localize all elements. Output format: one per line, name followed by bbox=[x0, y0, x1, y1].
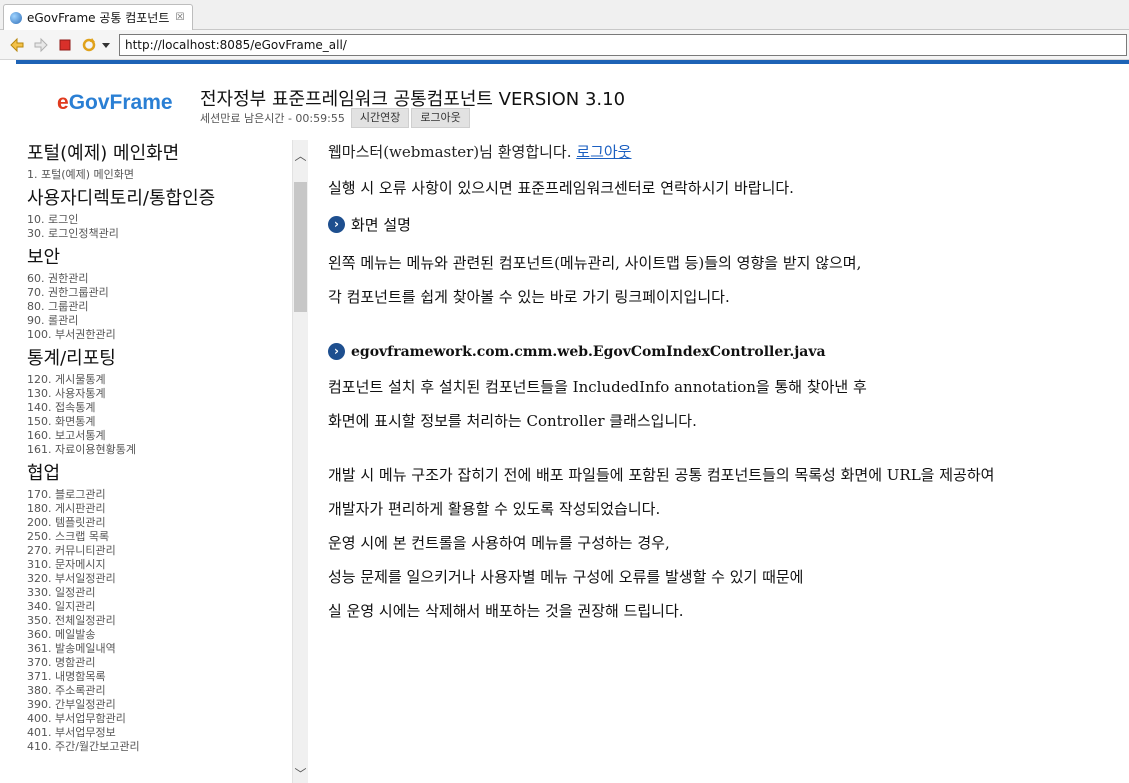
menu-item[interactable]: 360. 메일발송 bbox=[27, 628, 292, 642]
refresh-icon[interactable] bbox=[80, 36, 98, 54]
menu-item[interactable]: 120. 게시물통계 bbox=[27, 373, 292, 387]
menu-item[interactable]: 310. 문자메시지 bbox=[27, 558, 292, 572]
menu-item[interactable]: 250. 스크랩 목록 bbox=[27, 530, 292, 544]
menu-section-title: 사용자디렉토리/통합인증 bbox=[27, 188, 216, 209]
menu-item[interactable]: 150. 화면통계 bbox=[27, 415, 292, 429]
extend-session-button[interactable]: 시간연장 bbox=[350, 108, 410, 128]
menu-item[interactable]: 160. 보고서통계 bbox=[27, 429, 292, 443]
sidebar-scrollbar[interactable]: ︿ ﹀ bbox=[292, 140, 308, 783]
paragraph-line: 화면에 표시할 정보를 처리하는 Controller 클래스입니다. bbox=[328, 412, 697, 430]
menu-item[interactable]: 340. 일지관리 bbox=[27, 600, 292, 614]
error-notice: 실행 시 오류 사항이 있으시면 표준프레임워크센터로 연락하시기 바랍니다. bbox=[328, 179, 794, 197]
menu-item[interactable]: 370. 명함관리 bbox=[27, 656, 292, 670]
tab-title: eGovFrame 공통 컴포넌트 bbox=[27, 11, 170, 25]
paragraph-line: 개발자가 편리하게 활용할 수 있도록 작성되었습니다. bbox=[328, 500, 661, 518]
menu-item[interactable]: 80. 그룹관리 bbox=[27, 300, 292, 314]
paragraph-line: 실 운영 시에는 삭제해서 배포하는 것을 권장해 드립니다. bbox=[328, 602, 684, 620]
menu-section-title: 보안 bbox=[27, 247, 61, 268]
chevron-right-icon: › bbox=[328, 343, 345, 360]
egovframe-logo[interactable]: eGovFrame bbox=[57, 91, 173, 115]
menu-item[interactable]: 371. 내명함목록 bbox=[27, 670, 292, 684]
globe-icon bbox=[10, 11, 22, 24]
session-timer: 세션만료 남은시간 - 00:59:55 bbox=[200, 112, 345, 125]
welcome-text: 웹마스터(webmaster)님 환영합니다. bbox=[328, 143, 577, 161]
section-heading: › egovframework.com.cmm.web.EgovComIndex… bbox=[328, 343, 826, 360]
menu-item[interactable]: 380. 주소록관리 bbox=[27, 684, 292, 698]
back-arrow-icon[interactable] bbox=[8, 36, 26, 54]
menu-section-title: 협업 bbox=[27, 463, 61, 484]
sidebar-menu: 포털(예제) 메인화면 1. 포털(예제) 메인화면 사용자디렉토리/통합인증 … bbox=[0, 140, 292, 783]
stop-icon[interactable] bbox=[56, 36, 74, 54]
navigation-bar: http://localhost:8085/eGovFrame_all/ bbox=[0, 30, 1129, 60]
forward-arrow-icon[interactable] bbox=[32, 36, 50, 54]
logo-letter-e: e bbox=[57, 91, 69, 114]
menu-section-title: 통계/리포팅 bbox=[27, 348, 116, 369]
chevron-down-icon[interactable] bbox=[101, 36, 111, 54]
close-tab-icon[interactable]: ☒ bbox=[174, 12, 186, 24]
menu-item[interactable]: 180. 게시판관리 bbox=[27, 502, 292, 516]
menu-item[interactable]: 1. 포털(예제) 메인화면 bbox=[27, 168, 292, 182]
menu-item[interactable]: 350. 전체일정관리 bbox=[27, 614, 292, 628]
scroll-up-icon[interactable]: ︿ bbox=[293, 147, 308, 163]
menu-item[interactable]: 70. 권한그룹관리 bbox=[27, 286, 292, 300]
menu-item[interactable]: 200. 템플릿관리 bbox=[27, 516, 292, 530]
paragraph-line: 성능 문제를 일으키거나 사용자별 메뉴 구성에 오류를 발생할 수 있기 때문… bbox=[328, 568, 804, 586]
menu-item[interactable]: 170. 블로그관리 bbox=[27, 488, 292, 502]
menu-item[interactable]: 330. 일정관리 bbox=[27, 586, 292, 600]
paragraph-line: 왼쪽 메뉴는 메뉴와 관련된 컴포넌트(메뉴관리, 사이트맵 등)들의 영향을 … bbox=[328, 254, 862, 272]
menu-section-title: 포털(예제) 메인화면 bbox=[27, 143, 180, 164]
paragraph-line: 개발 시 메뉴 구조가 잡히기 전에 배포 파일들에 포함된 공통 컴포넌트들의… bbox=[328, 466, 995, 484]
session-info: 세션만료 남은시간 - 00:59:55 시간연장 로그아웃 bbox=[200, 108, 470, 128]
menu-item[interactable]: 400. 부서업무함관리 bbox=[27, 712, 292, 726]
menu-item[interactable]: 410. 주간/월간보고관리 bbox=[27, 740, 292, 754]
logout-link[interactable]: 로그아웃 bbox=[576, 143, 631, 161]
browser-tab[interactable]: eGovFrame 공통 컴포넌트 ☒ bbox=[3, 4, 193, 30]
menu-item[interactable]: 30. 로그인정책관리 bbox=[27, 227, 292, 241]
section-title: egovframework.com.cmm.web.EgovComIndexCo… bbox=[351, 343, 826, 360]
menu-item[interactable]: 140. 접속통계 bbox=[27, 401, 292, 415]
paragraph-line: 각 컴포넌트를 쉽게 찾아볼 수 있는 바로 가기 링크페이지입니다. bbox=[328, 288, 730, 306]
menu-item[interactable]: 161. 자료이용현황통계 bbox=[27, 443, 292, 457]
paragraph-line: 운영 시에 본 컨트롤을 사용하여 메뉴를 구성하는 경우, bbox=[328, 534, 670, 552]
tab-bar: eGovFrame 공통 컴포넌트 ☒ bbox=[0, 0, 1129, 30]
paragraph-line: 컴포넌트 설치 후 설치된 컴포넌트들을 IncludedInfo annota… bbox=[328, 378, 867, 396]
scrollbar-thumb[interactable] bbox=[294, 182, 307, 312]
menu-item[interactable]: 361. 발송메일내역 bbox=[27, 642, 292, 656]
logo-text: GovFrame bbox=[68, 91, 173, 114]
scroll-down-icon[interactable]: ﹀ bbox=[293, 765, 308, 781]
section-title: 화면 설명 bbox=[351, 216, 411, 234]
menu-item[interactable]: 10. 로그인 bbox=[27, 213, 292, 227]
chevron-right-icon: › bbox=[328, 216, 345, 233]
menu-item[interactable]: 390. 간부일정관리 bbox=[27, 698, 292, 712]
logout-button[interactable]: 로그아웃 bbox=[411, 108, 470, 128]
menu-item[interactable]: 100. 부서권한관리 bbox=[27, 328, 292, 342]
accent-bar bbox=[16, 60, 1129, 64]
menu-item[interactable]: 401. 부서업무정보 bbox=[27, 726, 292, 740]
menu-item[interactable]: 270. 커뮤니티관리 bbox=[27, 544, 292, 558]
menu-item[interactable]: 320. 부서일정관리 bbox=[27, 572, 292, 586]
menu-item[interactable]: 60. 권한관리 bbox=[27, 272, 292, 286]
menu-item[interactable]: 130. 사용자통계 bbox=[27, 387, 292, 401]
menu-item[interactable]: 90. 롤관리 bbox=[27, 314, 292, 328]
welcome-message: 웹마스터(webmaster)님 환영합니다. 로그아웃 bbox=[328, 141, 631, 162]
section-heading: › 화면 설명 bbox=[328, 214, 411, 235]
address-bar[interactable]: http://localhost:8085/eGovFrame_all/ bbox=[119, 34, 1127, 56]
